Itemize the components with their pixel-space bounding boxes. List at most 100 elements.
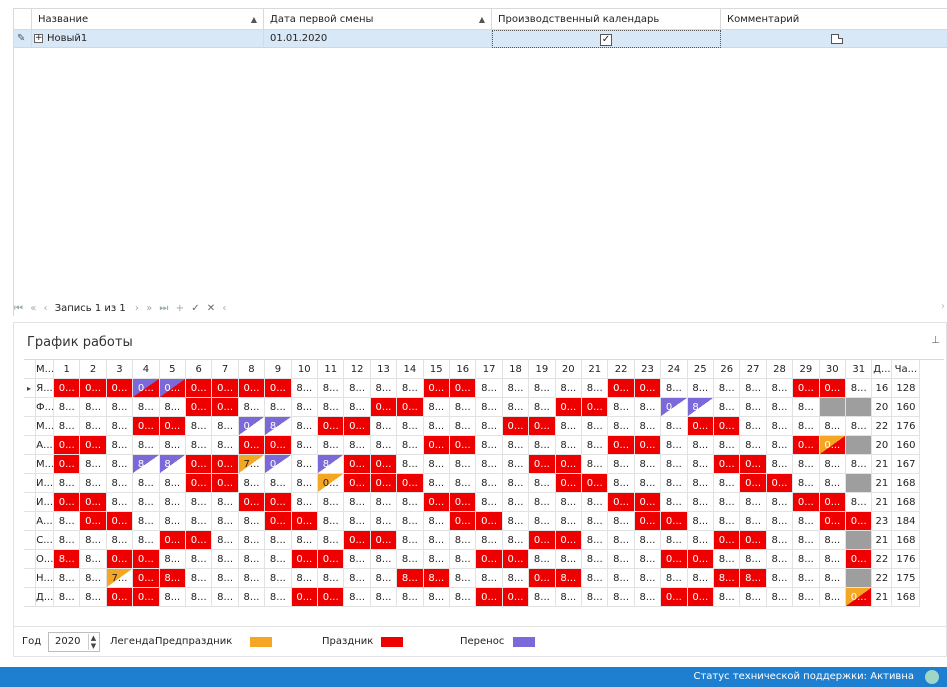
day-cell[interactable]: 8... xyxy=(423,531,450,550)
day-cell[interactable]: 8... xyxy=(634,417,662,436)
column-header[interactable]: 17 xyxy=(476,360,503,379)
column-header[interactable]: 20 xyxy=(555,360,582,379)
day-cell[interactable]: 8... xyxy=(159,455,186,474)
day-cell[interactable]: 8... xyxy=(80,569,107,588)
day-cell[interactable]: 8... xyxy=(793,455,820,474)
day-cell[interactable]: 8... xyxy=(476,569,503,588)
day-cell[interactable] xyxy=(846,436,873,455)
day-cell[interactable]: 8... xyxy=(212,417,239,436)
day-cell[interactable]: 8... xyxy=(80,550,107,569)
day-cell[interactable]: 8... xyxy=(397,531,424,550)
day-cell[interactable]: 8... xyxy=(740,569,767,588)
day-cell[interactable]: 8... xyxy=(740,379,767,398)
day-cell[interactable]: 0... xyxy=(555,455,582,474)
work-days-cell[interactable]: 21 xyxy=(872,493,893,512)
day-cell[interactable]: 0... xyxy=(582,398,609,417)
day-cell[interactable]: 0... xyxy=(555,398,582,417)
day-cell[interactable]: 8... xyxy=(450,398,477,417)
day-cell[interactable]: 8... xyxy=(423,398,450,417)
day-cell[interactable]: 8... xyxy=(476,398,503,417)
month-cell[interactable]: Н... xyxy=(36,569,54,588)
day-cell[interactable]: 0... xyxy=(291,588,318,607)
day-cell[interactable]: 8... xyxy=(212,512,239,531)
day-cell[interactable]: 0... xyxy=(80,493,107,512)
column-header[interactable]: 16 xyxy=(450,360,477,379)
day-cell[interactable]: 8... xyxy=(608,531,635,550)
day-cell[interactable]: 8... xyxy=(344,436,371,455)
month-cell[interactable]: А... xyxy=(36,512,54,531)
day-cell[interactable]: 8... xyxy=(687,436,714,455)
day-cell[interactable]: 8... xyxy=(687,512,714,531)
day-cell[interactable]: 8... xyxy=(318,531,345,550)
day-cell[interactable]: 0... xyxy=(133,417,160,436)
comment-cell[interactable] xyxy=(721,30,947,48)
more-icon[interactable]: ‹ xyxy=(222,301,226,317)
production-calendar-cell[interactable]: ✓ xyxy=(492,30,721,48)
day-cell[interactable]: 8... xyxy=(634,474,662,493)
table-row[interactable]: ✎ + Новый1 01.01.2020 ✓ xyxy=(14,30,947,48)
column-header[interactable]: 31 xyxy=(846,360,873,379)
day-cell[interactable]: 8... xyxy=(819,417,846,436)
work-hours-cell[interactable]: 160 xyxy=(892,398,921,417)
day-cell[interactable]: 8... xyxy=(555,436,582,455)
day-cell[interactable]: 8... xyxy=(714,569,741,588)
day-cell[interactable]: 0... xyxy=(661,550,688,569)
day-cell[interactable] xyxy=(846,398,873,417)
day-cell[interactable]: 8... xyxy=(133,398,160,417)
day-cell[interactable] xyxy=(846,531,873,550)
day-cell[interactable]: 8... xyxy=(608,569,635,588)
day-cell[interactable]: 0... xyxy=(344,417,371,436)
day-cell[interactable]: 8... xyxy=(423,474,450,493)
day-cell[interactable]: 8... xyxy=(265,474,292,493)
day-cell[interactable]: 0... xyxy=(265,379,292,398)
day-cell[interactable]: 8... xyxy=(529,588,556,607)
day-cell[interactable]: 8... xyxy=(502,512,530,531)
day-cell[interactable]: 8... xyxy=(186,569,213,588)
day-cell[interactable]: 8... xyxy=(80,455,107,474)
day-cell[interactable]: 0... xyxy=(106,588,134,607)
day-cell[interactable]: 8... xyxy=(793,550,820,569)
column-header[interactable]: М... xyxy=(36,360,54,379)
day-cell[interactable]: 8... xyxy=(661,569,688,588)
day-cell[interactable]: 0... xyxy=(54,379,81,398)
day-cell[interactable]: 8... xyxy=(661,417,688,436)
day-cell[interactable]: 8... xyxy=(582,550,609,569)
column-header[interactable]: 22 xyxy=(608,360,635,379)
day-cell[interactable]: 0... xyxy=(238,379,266,398)
column-header[interactable]: 18 xyxy=(502,360,530,379)
column-header[interactable]: 26 xyxy=(714,360,741,379)
day-cell[interactable]: 0... xyxy=(423,493,450,512)
day-cell[interactable]: 0... xyxy=(291,550,318,569)
work-hours-cell[interactable]: 175 xyxy=(892,569,921,588)
day-cell[interactable]: 0... xyxy=(687,588,714,607)
work-days-cell[interactable]: 20 xyxy=(872,398,893,417)
day-cell[interactable]: 8... xyxy=(582,455,609,474)
day-cell[interactable]: 0... xyxy=(846,512,873,531)
day-cell[interactable]: 0... xyxy=(687,550,714,569)
day-cell[interactable]: 8... xyxy=(766,550,794,569)
day-cell[interactable]: 8... xyxy=(423,455,450,474)
day-cell[interactable]: 8... xyxy=(846,455,873,474)
column-header[interactable]: 25 xyxy=(687,360,714,379)
day-cell[interactable]: 0... xyxy=(819,493,846,512)
day-cell[interactable]: 8... xyxy=(529,398,556,417)
day-cell[interactable]: 0... xyxy=(370,455,398,474)
year-spin-input[interactable]: 2020 ▲ ▼ xyxy=(48,632,100,652)
day-cell[interactable]: 0... xyxy=(450,379,477,398)
column-header[interactable]: 21 xyxy=(582,360,609,379)
day-cell[interactable]: 0... xyxy=(186,531,213,550)
day-cell[interactable]: 8... xyxy=(608,512,635,531)
month-cell[interactable]: Ф... xyxy=(36,398,54,417)
day-cell[interactable]: 8... xyxy=(238,398,266,417)
day-cell[interactable]: 0... xyxy=(423,379,450,398)
day-cell[interactable]: 8... xyxy=(80,531,107,550)
day-cell[interactable]: 0... xyxy=(793,493,820,512)
day-cell[interactable]: 8... xyxy=(133,512,160,531)
day-cell[interactable]: 8... xyxy=(133,531,160,550)
day-cell[interactable]: 8... xyxy=(687,474,714,493)
day-cell[interactable]: 0... xyxy=(634,493,662,512)
day-cell[interactable]: 8... xyxy=(661,436,688,455)
day-cell[interactable]: 0... xyxy=(740,531,767,550)
day-cell[interactable]: 8... xyxy=(819,455,846,474)
day-cell[interactable] xyxy=(846,569,873,588)
